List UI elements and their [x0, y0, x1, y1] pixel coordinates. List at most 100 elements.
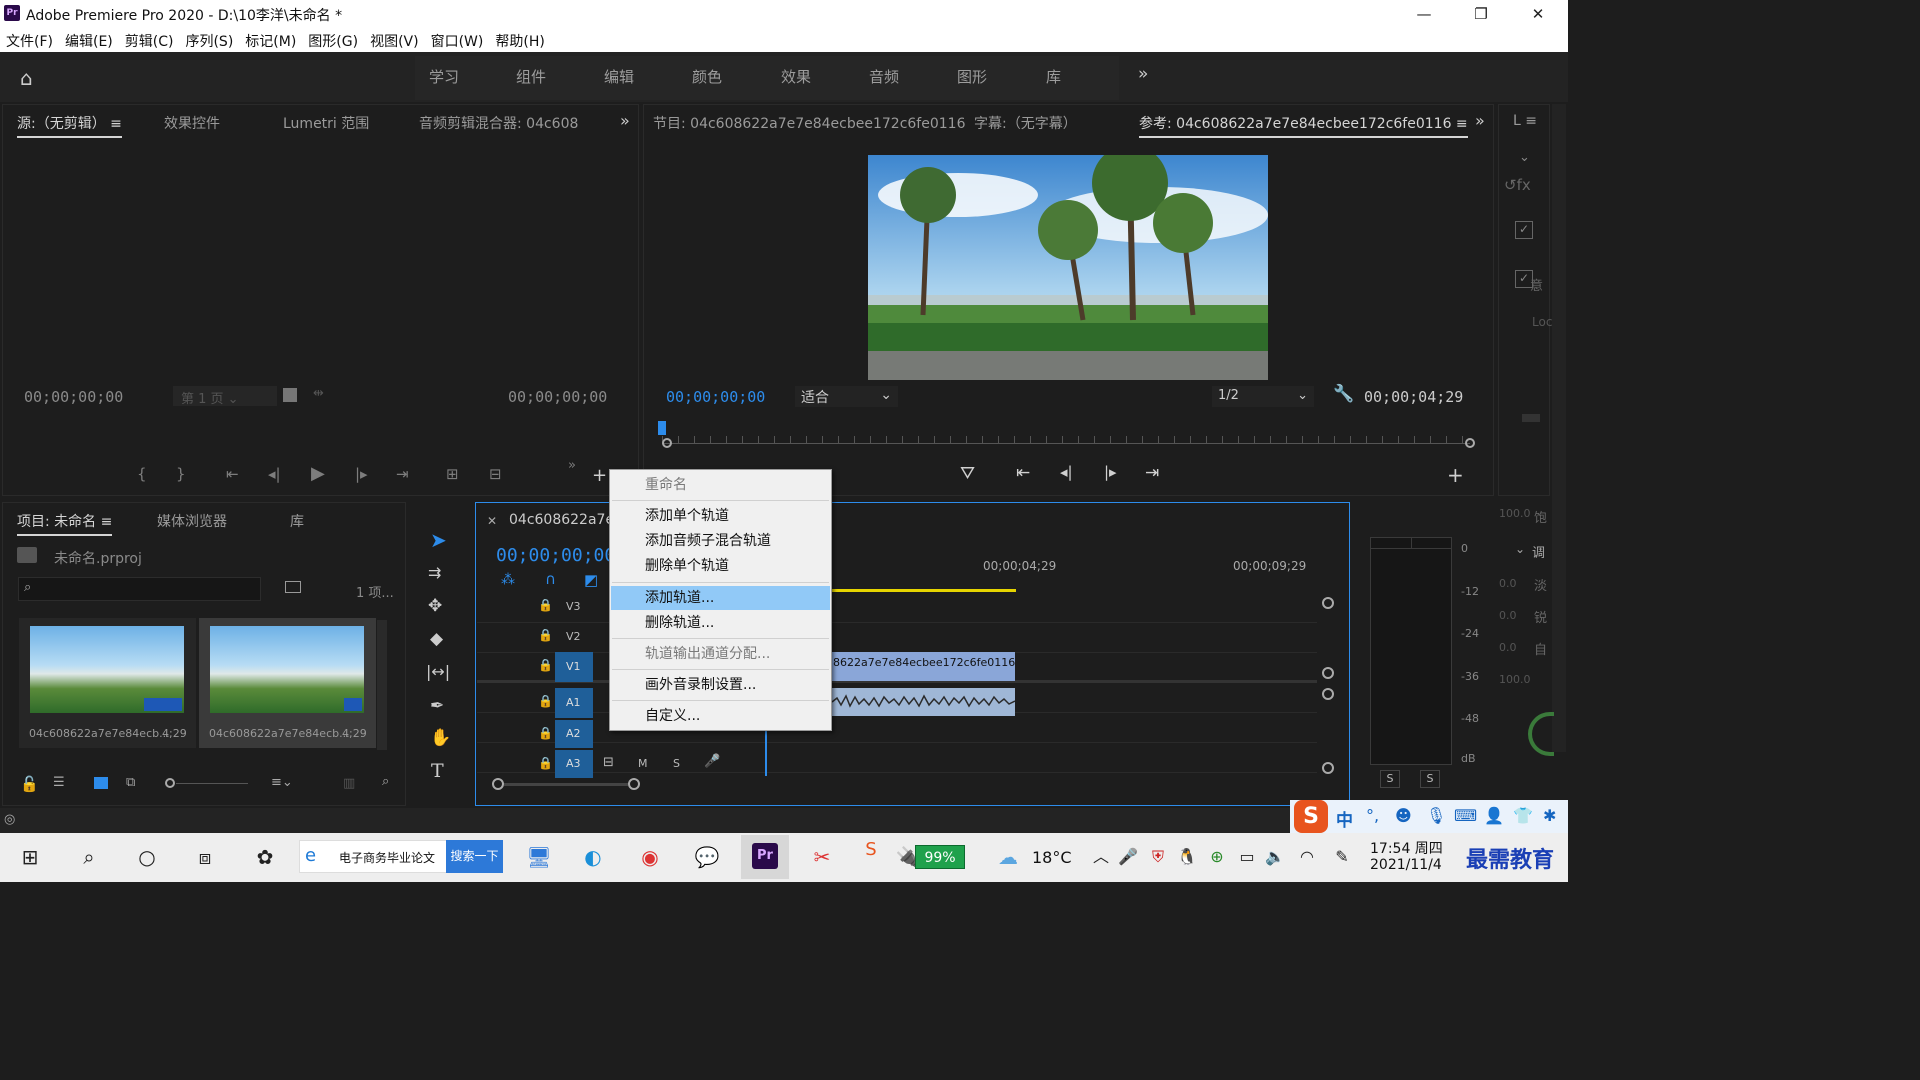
workspace-audio[interactable]: 音频 — [869, 66, 899, 87]
program-zoom-select[interactable]: 适合 ⌄ — [795, 386, 898, 407]
meter-solo-right[interactable]: S — [1420, 770, 1440, 788]
menu-graphics[interactable]: 图形(G) — [302, 28, 364, 51]
tray-360-icon[interactable]: ⊕ — [1202, 842, 1232, 872]
a3-solo-button[interactable]: S — [673, 757, 680, 770]
new-bin-icon[interactable] — [285, 581, 301, 593]
a3-lock-icon[interactable]: 🔒 — [538, 756, 553, 770]
wechat-icon[interactable]: 💬 — [692, 842, 722, 872]
program-playhead-timecode[interactable]: 00;00;00;00 — [666, 388, 765, 406]
close-button[interactable]: ✕ — [1518, 2, 1558, 26]
workspace-graphics[interactable]: 图形 — [957, 66, 987, 87]
snap-magnet-icon[interactable]: ∩ — [545, 570, 556, 588]
v1-lock-icon[interactable]: 🔒 — [538, 658, 553, 672]
workspace-editing[interactable]: 编辑 — [604, 66, 634, 87]
tab-program[interactable]: 节目: 04c608622a7e7e84ecbee172c6fe0116 — [653, 113, 965, 133]
menu-view[interactable]: 视图(V) — [364, 28, 425, 51]
source-mark-out-icon[interactable]: } — [176, 465, 186, 483]
side-panel-tab[interactable]: L ≡ — [1513, 113, 1537, 129]
right-scrollbar[interactable] — [1552, 104, 1566, 752]
ime-voice-icon[interactable]: 🎙 — [1426, 806, 1446, 825]
a3-mic-icon[interactable]: 🎤 — [704, 754, 720, 769]
timeline-audio-clip[interactable] — [832, 688, 1015, 716]
tab-libraries[interactable]: 库 — [290, 511, 304, 531]
tab-project[interactable]: 项目: 未命名 ≡ — [17, 511, 113, 536]
task-view-icon[interactable]: ⧈ — [190, 842, 220, 872]
hand-tool-icon[interactable]: ✋ — [430, 728, 451, 748]
program-step-back-icon[interactable]: ◂| — [1060, 463, 1073, 481]
program-scroll-end-handle[interactable] — [1465, 438, 1475, 448]
source-timecode-out[interactable]: 00;00;00;00 — [508, 388, 607, 406]
menu-item-delete-tracks[interactable]: 删除轨道... — [611, 611, 830, 635]
menu-window[interactable]: 窗口(W) — [425, 28, 490, 51]
ime-mode-label[interactable]: 中 — [1336, 806, 1353, 831]
work-area-bar[interactable] — [832, 589, 1016, 592]
ripple-edit-tool-icon[interactable]: ✥ — [428, 596, 442, 616]
menu-item-rename[interactable]: 重命名 — [611, 473, 830, 497]
tray-mic-icon[interactable]: 🎤 — [1113, 842, 1143, 872]
tray-wifi-icon[interactable]: ◠ — [1292, 842, 1322, 872]
ime-keyboard-icon[interactable]: ⌨ — [1454, 806, 1477, 825]
menu-file[interactable]: 文件(F) — [0, 28, 59, 51]
a2-lock-icon[interactable]: 🔒 — [538, 726, 553, 740]
source-play-icon[interactable]: ▶ — [311, 463, 325, 484]
source-overwrite-icon[interactable]: ⊟ — [489, 465, 502, 483]
menu-item-add-audio-submix-track[interactable]: 添加音频子混合轨道 — [611, 529, 830, 553]
timeline-playhead-line[interactable] — [765, 731, 767, 776]
menu-sequence[interactable]: 序列(S) — [179, 28, 239, 51]
tab-captions[interactable]: 字幕:（无字幕） — [974, 113, 1077, 133]
icon-view-icon[interactable] — [94, 777, 108, 789]
restore-button[interactable]: ❐ — [1461, 2, 1501, 26]
weather-cloud-icon[interactable]: ☁ — [993, 842, 1023, 872]
workspace-libraries[interactable]: 库 — [1046, 66, 1061, 87]
source-more-icon[interactable]: » — [568, 458, 576, 473]
ime-emoji-icon[interactable]: ☻ — [1395, 806, 1412, 825]
video-scroll-handle-bottom[interactable] — [1322, 667, 1334, 679]
source-goto-out-icon[interactable]: ⇥ — [396, 465, 409, 483]
ime-punct-icon[interactable]: °, — [1366, 806, 1379, 825]
audio-scroll-handle-bottom[interactable] — [1322, 762, 1334, 774]
lock-icon[interactable]: 🔓 — [20, 775, 39, 793]
source-fit-icon[interactable]: ⇹ — [313, 386, 324, 401]
a3-voiceover-icon[interactable]: ⊟ — [603, 755, 614, 770]
program-playhead[interactable] — [658, 421, 666, 435]
workspace-color[interactable]: 颜色 — [692, 66, 722, 87]
source-add-button-icon[interactable]: + — [592, 465, 607, 486]
timeline-zoom-end-handle[interactable] — [628, 778, 640, 790]
source-step-forward-icon[interactable]: |▸ — [355, 465, 368, 483]
tab-source[interactable]: 源:（无剪辑） ≡ — [17, 113, 122, 138]
chrome-icon[interactable]: ◉ — [635, 842, 665, 872]
ime-skin-icon[interactable]: 👕 — [1513, 806, 1533, 825]
cortana-icon[interactable]: ○ — [132, 842, 162, 872]
sort-icon[interactable]: ≡⌄ — [271, 775, 293, 790]
tray-volume-icon[interactable]: 🔈 — [1260, 842, 1290, 872]
type-tool-icon[interactable]: T — [431, 760, 444, 782]
menu-item-delete-single-track[interactable]: 删除单个轨道 — [611, 554, 830, 578]
freeform-view-icon[interactable]: ⧉ — [126, 775, 135, 790]
linked-selection-icon[interactable]: ◩ — [584, 571, 598, 589]
source-timecode-in[interactable]: 00;00;00;00 — [24, 388, 123, 406]
program-add-button-icon[interactable]: + — [1447, 463, 1464, 487]
program-add-marker-icon[interactable]: ⛛ — [960, 463, 975, 484]
minimize-button[interactable]: — — [1404, 2, 1444, 26]
taskbar-search-icon[interactable]: ⌕ — [74, 842, 104, 872]
sogou-tray-icon[interactable]: S — [856, 835, 886, 865]
snipping-tool-icon[interactable]: ✂ — [807, 842, 837, 872]
razor-tool-icon[interactable]: ◆ — [430, 629, 443, 649]
v2-lock-icon[interactable]: 🔒 — [538, 628, 553, 642]
meter-solo-left[interactable]: S — [1380, 770, 1400, 788]
track-select-tool-icon[interactable]: ⇉ — [428, 563, 441, 582]
ime-user-icon[interactable]: 👤 — [1484, 806, 1504, 825]
tray-pen-icon[interactable]: ✎ — [1327, 842, 1357, 872]
app-pinned-icon[interactable]: ✿ — [250, 842, 280, 872]
zoom-slider-track[interactable] — [176, 783, 248, 784]
pen-tool-icon[interactable]: ✒ — [430, 696, 444, 716]
source-page-select[interactable]: 第 1 页 ⌄ — [173, 386, 277, 407]
menu-item-track-output-channels[interactable]: 轨道输出通道分配... — [611, 642, 830, 666]
windows-start-icon[interactable]: ⊞ — [15, 842, 45, 872]
tray-battery-icon[interactable]: ▭ — [1232, 842, 1262, 872]
menu-item-voiceover-settings[interactable]: 画外音录制设置... — [611, 673, 830, 697]
v2-label[interactable]: V2 — [566, 630, 581, 643]
battery-indicator[interactable]: 99% — [915, 845, 965, 869]
timeline-video-clip[interactable]: 8622a7e7e84ecbee172c6fe0116.mp — [832, 652, 1015, 681]
menu-edit[interactable]: 编辑(E) — [59, 28, 119, 51]
